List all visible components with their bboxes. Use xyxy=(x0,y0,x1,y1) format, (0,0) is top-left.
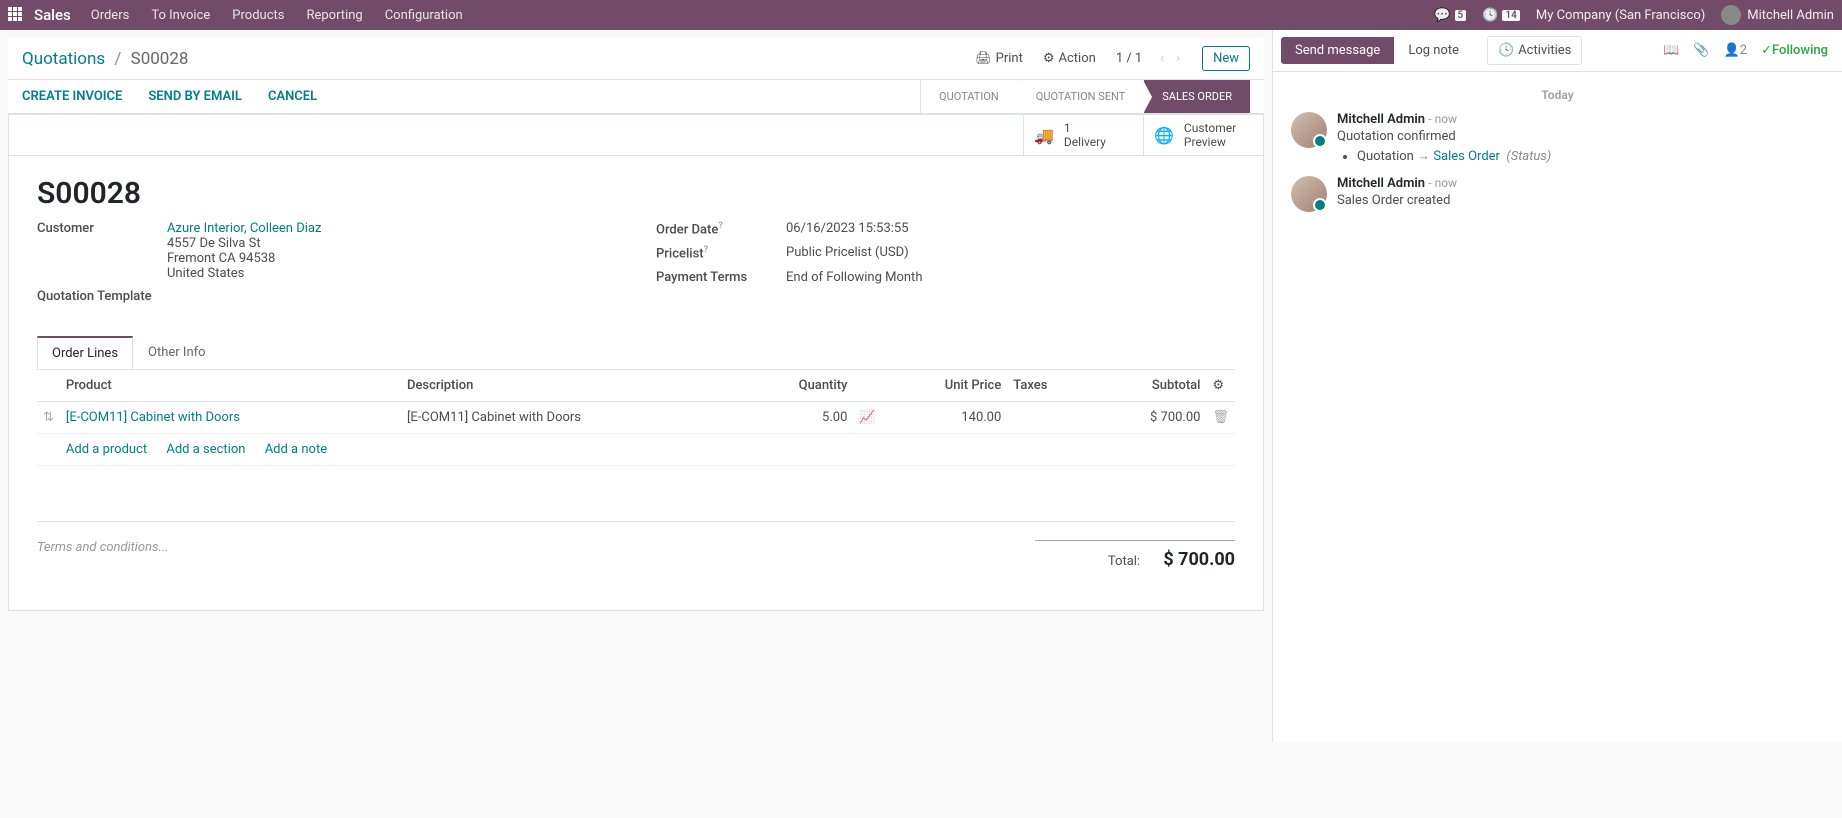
globe-icon: 🌐 xyxy=(1154,126,1174,145)
delivery-stat-button[interactable]: 🚚 1Delivery xyxy=(1023,115,1143,155)
menu-configuration[interactable]: Configuration xyxy=(385,8,463,23)
payterms-label: Payment Terms xyxy=(656,270,786,285)
message: Mitchell Admin - now Sales Order created xyxy=(1291,176,1824,212)
customer-preview-button[interactable]: 🌐 CustomerPreview xyxy=(1143,115,1263,155)
msg-time: - now xyxy=(1428,112,1457,126)
address-line3: United States xyxy=(167,266,244,281)
message: Mitchell Admin - now Quotation confirmed… xyxy=(1291,112,1824,164)
followers-button[interactable]: 👤2 xyxy=(1724,43,1748,58)
apps-icon[interactable] xyxy=(8,7,24,23)
user-menu[interactable]: Mitchell Admin xyxy=(1721,5,1834,25)
breadcrumb: Quotations / S00028 xyxy=(22,49,188,69)
gear-icon: ⚙ xyxy=(1043,51,1055,66)
address-line2: Fremont CA 94538 xyxy=(167,251,275,266)
status-change-link[interactable]: Sales Order xyxy=(1433,149,1500,164)
discuss-badge: 5 xyxy=(1455,10,1467,21)
menu-reporting[interactable]: Reporting xyxy=(306,8,362,23)
pricelist-label: Pricelist? xyxy=(656,245,786,261)
status-step-sales-order[interactable]: Sales Order xyxy=(1143,80,1250,113)
truck-icon: 🚚 xyxy=(1034,126,1054,145)
pager-count: 1 / 1 xyxy=(1116,51,1142,66)
pager-arrows[interactable]: ‹› xyxy=(1160,51,1192,66)
customer-link[interactable]: Azure Interior, Colleen Diaz xyxy=(167,221,321,236)
col-options-icon[interactable]: ⚙ xyxy=(1206,370,1235,402)
line-product[interactable]: [E-COM11] Cabinet with Doors xyxy=(66,410,240,425)
orderdate-label: Order Date? xyxy=(656,221,786,237)
customer-label: Customer xyxy=(37,221,167,281)
activities-button[interactable]: 🕓14 xyxy=(1482,8,1520,23)
line-unitprice[interactable]: 140.00 xyxy=(882,402,1008,434)
col-description[interactable]: Description xyxy=(401,370,742,402)
msg-time: - now xyxy=(1428,176,1457,190)
msg-author[interactable]: Mitchell Admin xyxy=(1337,112,1425,127)
line-quantity[interactable]: 5.00 xyxy=(742,402,853,434)
breadcrumb-current: S00028 xyxy=(131,49,189,69)
line-subtotal: $ 700.00 xyxy=(1092,402,1207,434)
company-switcher[interactable]: My Company (San Francisco) xyxy=(1536,8,1705,23)
drag-handle-icon[interactable]: ⇅ xyxy=(37,402,60,434)
menu-to-invoice[interactable]: To Invoice xyxy=(151,8,210,23)
pricelist-value[interactable]: Public Pricelist (USD) xyxy=(786,245,1235,261)
action-button[interactable]: ⚙Action xyxy=(1043,51,1096,66)
app-name[interactable]: Sales xyxy=(34,6,71,24)
msg-content: Quotation confirmed xyxy=(1337,129,1551,144)
arrow-right-icon: → xyxy=(1417,149,1433,164)
col-subtotal[interactable]: Subtotal xyxy=(1092,370,1207,402)
send-email-button[interactable]: Send by Email xyxy=(148,89,242,104)
menu-products[interactable]: Products xyxy=(232,8,284,23)
status-step-quotation-sent[interactable]: Quotation Sent xyxy=(1017,80,1143,113)
avatar-icon xyxy=(1721,5,1741,25)
msg-content: Sales Order created xyxy=(1337,193,1457,208)
form-sheet: 🚚 1Delivery 🌐 CustomerPreview S00028 Cus… xyxy=(8,114,1264,611)
col-product[interactable]: Product xyxy=(60,370,401,402)
record-name: S00028 xyxy=(37,176,1235,211)
add-product-link[interactable]: Add a product xyxy=(66,442,147,457)
new-button[interactable]: New xyxy=(1202,46,1250,71)
status-step-quotation[interactable]: Quotation xyxy=(920,80,1017,113)
forecast-icon[interactable]: 📈 xyxy=(853,402,881,434)
terms-input[interactable]: Terms and conditions... xyxy=(37,540,1035,555)
following-button[interactable]: ✓ Following xyxy=(1761,43,1828,58)
add-note-link[interactable]: Add a note xyxy=(265,442,327,457)
print-icon: 🖨 xyxy=(975,51,992,66)
line-taxes[interactable] xyxy=(1007,402,1092,434)
add-section-link[interactable]: Add a section xyxy=(166,442,245,457)
menu-orders[interactable]: Orders xyxy=(91,8,130,23)
discuss-button[interactable]: 💬5 xyxy=(1434,8,1466,23)
clock-icon: 🕓 xyxy=(1498,43,1514,58)
col-taxes[interactable]: Taxes xyxy=(1007,370,1092,402)
tab-other-info[interactable]: Other Info xyxy=(133,336,221,369)
create-invoice-button[interactable]: Create Invoice xyxy=(22,89,122,104)
payterms-value[interactable]: End of Following Month xyxy=(786,270,1235,285)
avatar-icon xyxy=(1291,176,1327,212)
breadcrumb-root[interactable]: Quotations xyxy=(22,49,105,69)
delete-line-icon[interactable]: 🗑 xyxy=(1206,402,1235,434)
quotation-template-value[interactable] xyxy=(167,289,616,304)
col-quantity[interactable]: Quantity xyxy=(742,370,853,402)
book-icon[interactable]: 📖 xyxy=(1663,43,1679,58)
avatar-icon xyxy=(1291,112,1327,148)
activities-badge: 14 xyxy=(1502,10,1519,21)
log-note-button[interactable]: Log note xyxy=(1394,37,1473,64)
activities-button[interactable]: 🕓Activities xyxy=(1487,36,1582,65)
col-unitprice[interactable]: Unit Price xyxy=(882,370,1008,402)
chatter-date-header: Today xyxy=(1291,88,1824,102)
orderdate-value[interactable]: 06/16/2023 15:53:55 xyxy=(786,221,1235,237)
print-button[interactable]: 🖨Print xyxy=(975,51,1023,66)
msg-author[interactable]: Mitchell Admin xyxy=(1337,176,1425,191)
attachment-icon[interactable]: 📎 xyxy=(1693,43,1709,58)
quotation-template-label: Quotation Template xyxy=(37,289,167,304)
table-row[interactable]: ⇅ [E-COM11] Cabinet with Doors [E-COM11]… xyxy=(37,402,1235,434)
tab-order-lines[interactable]: Order Lines xyxy=(37,336,133,369)
cancel-button[interactable]: Cancel xyxy=(268,89,317,104)
total-label: Total: xyxy=(1108,554,1140,569)
send-message-button[interactable]: Send message xyxy=(1281,37,1394,64)
line-description[interactable]: [E-COM11] Cabinet with Doors xyxy=(401,402,742,434)
address-line1: 4557 De Silva St xyxy=(167,236,261,251)
total-value: $ 700.00 xyxy=(1163,549,1235,570)
